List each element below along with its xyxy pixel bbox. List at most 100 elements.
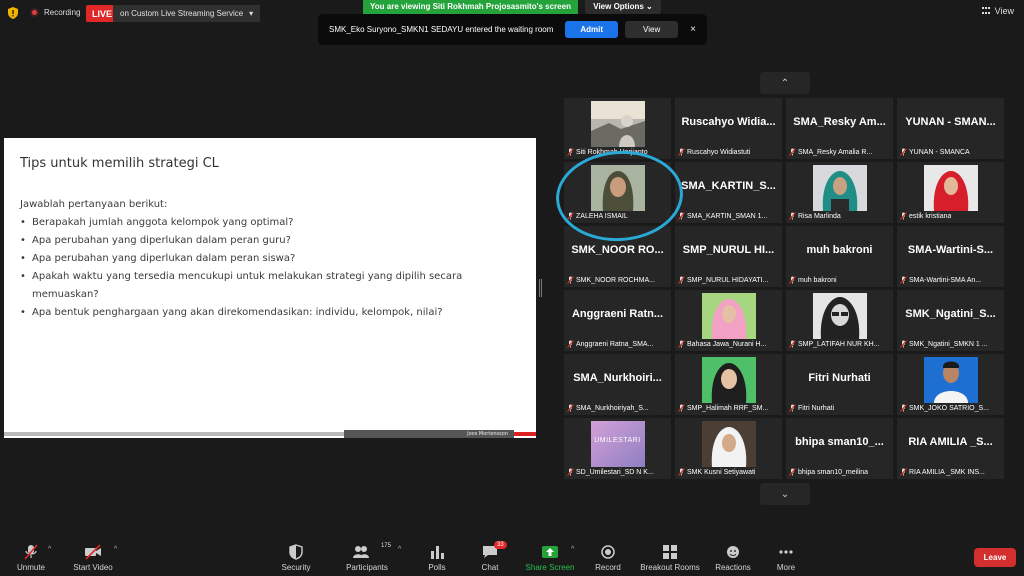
participant-name-display: Ruscahyo Widia...: [681, 116, 776, 128]
mic-muted-icon: [789, 212, 796, 220]
start-video-button[interactable]: Start Video: [70, 543, 116, 572]
participants-button[interactable]: 175 Participants: [343, 543, 391, 572]
participant-name: SMA-Wartini-SMA An...: [909, 276, 982, 284]
participant-caption: Anggraeni Ratna_SMA...: [567, 340, 653, 348]
participant-tile[interactable]: SMP_LATIFAH NUR KH...: [786, 290, 893, 351]
slide-bullet-list: Berapakah jumlah anggota kelompok yang o…: [20, 214, 520, 322]
view-options-button[interactable]: View Options ⌄: [585, 0, 661, 14]
breakout-rooms-button[interactable]: Breakout Rooms: [639, 543, 701, 572]
mic-muted-icon: [567, 276, 574, 284]
split-resize-handle[interactable]: [539, 279, 542, 297]
mic-muted-icon: [567, 340, 574, 348]
view-button[interactable]: View: [981, 6, 1014, 16]
share-screen-button[interactable]: Share Screen: [524, 543, 576, 572]
participant-caption: bhipa sman10_meilina: [789, 468, 868, 476]
participant-tile[interactable]: SMP_Halimah RRF_SM...: [675, 354, 782, 415]
slide-title: Tips untuk memilih strategi CL: [20, 156, 219, 171]
admit-button[interactable]: Admit: [565, 21, 619, 38]
participant-name-display: Fitri Nurhati: [808, 372, 871, 384]
notification-message: SMK_Eko Suryono_SMKN1 SEDAYU entered the…: [329, 25, 554, 34]
participant-name: SMK_JOKO SATRIO_S...: [909, 404, 990, 412]
participant-name: Bahasa Jawa_Nurani H...: [687, 340, 767, 348]
participant-caption: SD_Umilestari_SD N K...: [567, 468, 654, 476]
participants-options-caret[interactable]: ^: [398, 546, 401, 553]
participant-tile[interactable]: SMA_Nurkhoiri... SMA_Nurkhoiriyah_S...: [564, 354, 671, 415]
more-label: More: [776, 563, 796, 572]
video-options-caret[interactable]: ^: [114, 546, 117, 553]
reactions-label: Reactions: [715, 563, 751, 572]
participant-video: [590, 101, 645, 147]
security-button[interactable]: Security: [278, 543, 314, 572]
view-participant-button[interactable]: View: [625, 21, 679, 38]
gallery-page-up-button[interactable]: ⌃: [760, 72, 810, 94]
participant-name-display: SMA_Nurkhoiri...: [573, 372, 662, 384]
participants-label: Participants: [346, 563, 388, 572]
mic-muted-icon: [900, 212, 907, 220]
participant-tile[interactable]: Fitri Nurhati Fitri Nurhati: [786, 354, 893, 415]
participant-tile[interactable]: Ruscahyo Widia... Ruscahyo Widiastuti: [675, 98, 782, 159]
participants-count: 175: [380, 543, 391, 549]
participant-tile[interactable]: muh bakroni muh bakroni: [786, 226, 893, 287]
polls-icon: [431, 546, 444, 559]
recording-indicator[interactable]: Recording: [30, 8, 80, 17]
participant-tile[interactable]: SMK_Ngatini_S... SMK_Ngatini_SMKN 1 ...: [897, 290, 1004, 351]
participant-caption: SMA_KARTIN_SMAN 1...: [678, 212, 767, 220]
unmute-button[interactable]: Unmute: [12, 543, 50, 572]
record-button[interactable]: Record: [592, 543, 624, 572]
participant-video: [812, 293, 867, 339]
more-button[interactable]: More: [772, 543, 800, 572]
participant-name-display: SMK_NOOR RO...: [571, 244, 664, 256]
participant-tile[interactable]: SMK_JOKO SATRIO_S...: [897, 354, 1004, 415]
participant-tile[interactable]: SMP_NURUL HI... SMP_NURUL HIDAYATI...: [675, 226, 782, 287]
record-label: Record: [595, 563, 621, 572]
participant-tile[interactable]: Bahasa Jawa_Nurani H...: [675, 290, 782, 351]
shared-screen: Tips untuk memilih strategi CL Jawablah …: [4, 138, 536, 438]
polls-button[interactable]: Polls: [422, 543, 452, 572]
polls-label: Polls: [428, 563, 446, 572]
participant-tile[interactable]: SMA_KARTIN_S... SMA_KARTIN_SMAN 1...: [675, 162, 782, 223]
participant-name-display: SMA-Wartini-S...: [907, 244, 994, 256]
shield-icon[interactable]: [8, 7, 18, 19]
participant-caption: SMP_NURUL HIDAYATI...: [678, 276, 768, 284]
participant-caption: Fitri Nurhati: [789, 404, 834, 412]
participant-tile[interactable]: UMILESTARI SD_Umilestari_SD N K...: [564, 418, 671, 479]
grid-icon: [981, 7, 991, 15]
participant-tile[interactable]: Risa Marlinda: [786, 162, 893, 223]
participant-tile[interactable]: Siti Rokhmah Harjianto: [564, 98, 671, 159]
gallery-page-down-button[interactable]: ⌄: [760, 483, 810, 505]
slide-bullet: Apa perubahan yang diperlukan dalam pera…: [20, 232, 520, 250]
participant-name: RIA AMILIA _SMK INS...: [909, 468, 985, 476]
participant-name-display: Anggraeni Ratn...: [571, 308, 664, 320]
participant-tile[interactable]: bhipa sman10_... bhipa sman10_meilina: [786, 418, 893, 479]
chevron-up-icon: ⌃: [780, 77, 790, 89]
participant-name: SMA_KARTIN_SMAN 1...: [687, 212, 768, 220]
meeting-toolbar: Unmute ^ Start Video ^ Security 175 Part…: [0, 538, 1024, 576]
participant-caption: RIA AMILIA _SMK INS...: [900, 468, 985, 476]
participant-tile[interactable]: estik kristiana: [897, 162, 1004, 223]
participant-tile[interactable]: RIA AMILIA _S... RIA AMILIA _SMK INS...: [897, 418, 1004, 479]
participant-tile[interactable]: SMA-Wartini-S... SMA-Wartini-SMA An...: [897, 226, 1004, 287]
participant-name-display: SMP_NURUL HI...: [682, 244, 775, 256]
participant-caption: SMK_JOKO SATRIO_S...: [900, 404, 989, 412]
participant-tile[interactable]: YUNAN - SMAN... YUNAN - SMANCA: [897, 98, 1004, 159]
participant-tile[interactable]: SMA_Resky Am... SMA_Resky Amalia R...: [786, 98, 893, 159]
leave-button[interactable]: Leave: [974, 548, 1016, 567]
slide-bullet: Apa bentuk penghargaan yang akan direkom…: [20, 304, 520, 322]
share-options-caret[interactable]: ^: [571, 546, 574, 553]
participant-name: SMK Kusni Setiyawati: [687, 468, 756, 476]
close-icon[interactable]: ×: [690, 24, 696, 35]
mic-muted-icon: [24, 544, 38, 560]
live-service-dropdown[interactable]: on Custom Live Streaming Service ▾: [113, 5, 261, 22]
record-dot-icon: [30, 8, 39, 17]
participant-video: [923, 357, 978, 403]
audio-options-caret[interactable]: ^: [48, 546, 51, 553]
recording-label: Recording: [44, 8, 81, 17]
slide-bullet: Berapakah jumlah anggota kelompok yang o…: [20, 214, 520, 232]
participant-name-display: muh bakroni: [806, 244, 873, 256]
more-icon: [779, 550, 793, 554]
participant-tile[interactable]: SMK Kusni Setiyawati: [675, 418, 782, 479]
participant-tile[interactable]: Anggraeni Ratn... Anggraeni Ratna_SMA...: [564, 290, 671, 351]
participant-name-display: SMK_Ngatini_S...: [905, 308, 996, 320]
mic-muted-icon: [789, 404, 796, 412]
reactions-button[interactable]: Reactions: [713, 543, 753, 572]
